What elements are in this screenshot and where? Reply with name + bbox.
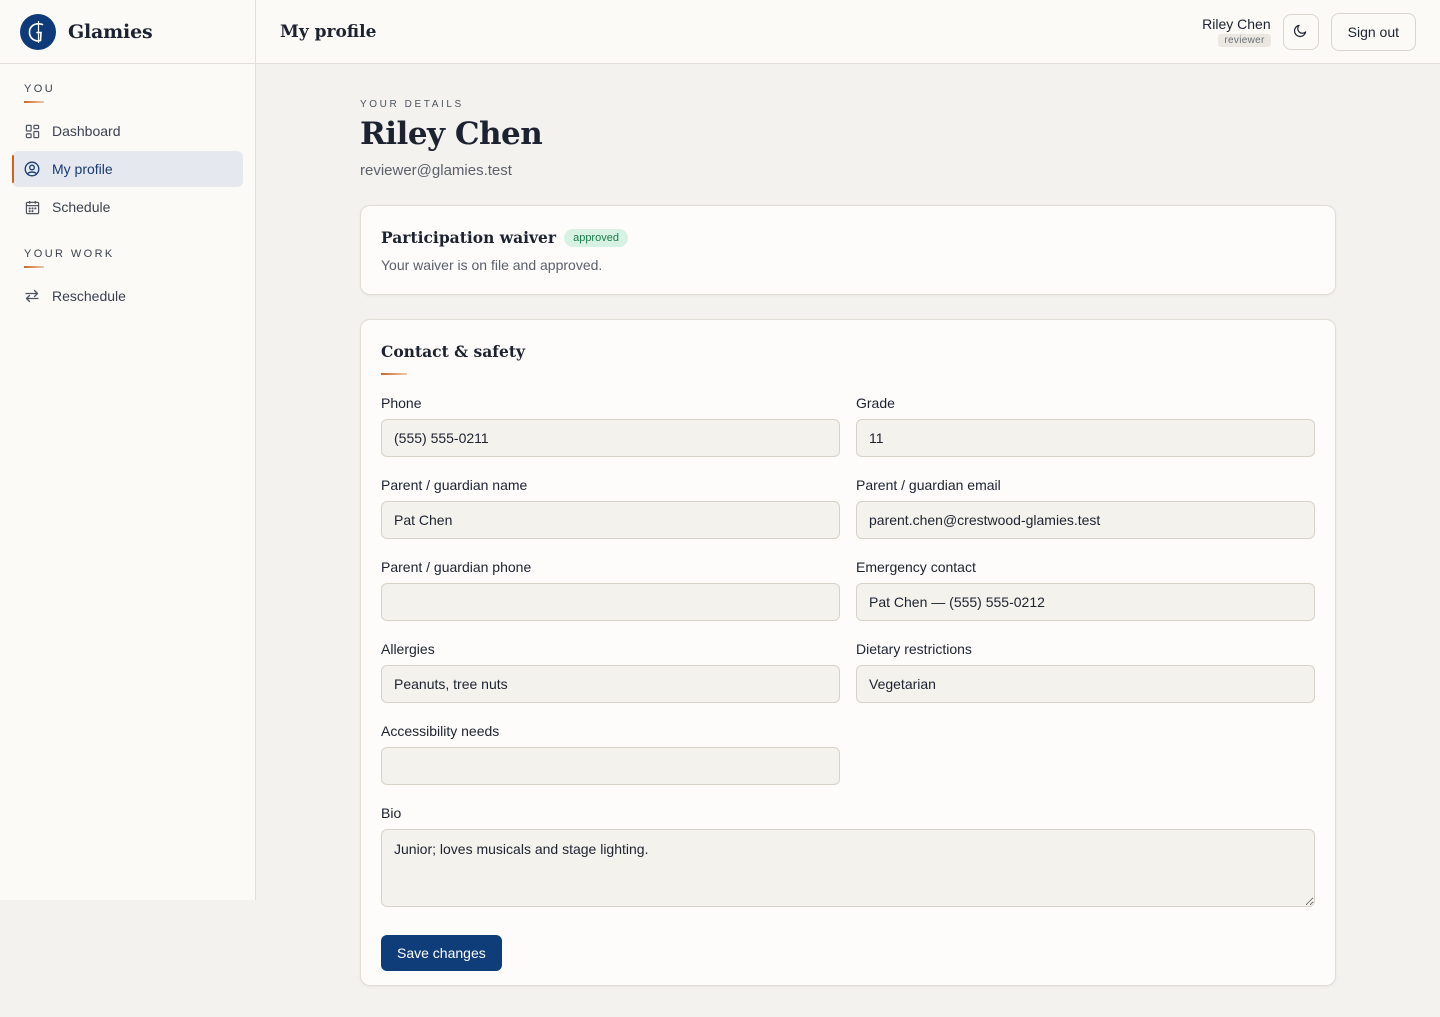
eyebrow: YOUR DETAILS [360,99,464,110]
brand[interactable]: Glamies [0,0,255,64]
brand-name: Glamies [68,20,153,43]
waiver-status-text: Your waiver is on file and approved. [381,257,603,273]
dietary-field-group: Dietary restrictions [856,641,1315,703]
sidebar: Glamies YOU Dashboard My profile Schedul… [0,0,256,900]
allergies-label: Allergies [381,641,435,657]
dietary-input[interactable] [856,665,1315,703]
page-title: My profile [280,21,377,42]
sidebar-item-label: Dashboard [52,123,121,139]
nav-heading-your-work: YOUR WORK [24,248,115,260]
guardian-email-input[interactable] [856,501,1315,539]
sidebar-item-schedule[interactable]: Schedule [12,189,243,225]
nav-heading-you: YOU [24,83,56,95]
sidebar-item-label: My profile [52,161,113,177]
sidebar-item-reschedule[interactable]: Reschedule [12,278,243,314]
user-name: Riley Chen [1202,16,1271,32]
accessibility-input[interactable] [381,747,840,785]
waiver-card: Participation waiver approved Your waive… [360,205,1336,295]
grid-icon [24,123,40,139]
nav-heading-rule [24,266,44,268]
allergies-field-group: Allergies [381,641,840,703]
guardian-name-label: Parent / guardian name [381,477,528,493]
nav-section-you: YOU Dashboard My profile Schedule [0,83,255,225]
guardian-email-field-group: Parent / guardian email [856,477,1315,539]
top-bar: My profile Riley Chen reviewer Sign out [256,0,1440,64]
section-rule [381,373,407,375]
guardian-phone-input[interactable] [381,583,840,621]
bio-textarea[interactable]: Junior; loves musicals and stage lightin… [381,829,1315,907]
sidebar-item-dashboard[interactable]: Dashboard [12,113,243,149]
contact-safety-card: Contact & safety Phone Grade Parent / gu… [360,319,1336,986]
phone-input[interactable] [381,419,840,457]
sidebar-item-label: Schedule [52,199,111,215]
dietary-label: Dietary restrictions [856,641,972,657]
empty-grid-cell [856,723,1315,785]
guardian-phone-label: Parent / guardian phone [381,559,532,575]
contact-title: Contact & safety [381,342,525,361]
accessibility-field-group: Accessibility needs [381,723,840,785]
phone-field-group: Phone [381,395,840,457]
emergency-contact-field-group: Emergency contact [856,559,1315,621]
logo-mark-icon [21,14,55,49]
save-changes-button[interactable]: Save changes [381,935,502,971]
profile-email: reviewer@glamies.test [360,162,512,179]
user-block: Riley Chen reviewer [1202,16,1271,47]
user-circle-icon [24,161,40,177]
guardian-email-label: Parent / guardian email [856,477,1001,493]
profile-name: Riley Chen [360,116,543,152]
role-badge: reviewer [1218,34,1271,47]
sidebar-item-label: Reschedule [52,288,126,304]
contact-form: Phone Grade Parent / guardian name Paren… [381,395,1315,971]
grade-label: Grade [856,395,895,411]
grade-input[interactable] [856,419,1315,457]
grade-field-group: Grade [856,395,1315,457]
calendar-icon [24,199,40,215]
guardian-phone-field-group: Parent / guardian phone [381,559,840,621]
emergency-contact-input[interactable] [856,583,1315,621]
waiver-title: Participation waiver [381,228,557,247]
allergies-input[interactable] [381,665,840,703]
bio-field-group: Bio Junior; loves musicals and stage lig… [381,805,1315,912]
emergency-contact-label: Emergency contact [856,559,976,575]
nav-section-your-work: YOUR WORK Reschedule [0,248,255,314]
guardian-name-input[interactable] [381,501,840,539]
bio-label: Bio [381,805,402,821]
sign-out-button[interactable]: Sign out [1330,12,1416,51]
sidebar-item-my-profile[interactable]: My profile [12,151,243,187]
status-badge: approved [564,228,628,247]
guardian-name-field-group: Parent / guardian name [381,477,840,539]
brand-logo [20,13,56,50]
moon-icon [1293,23,1308,41]
swap-arrows-icon [24,288,40,304]
nav-heading-rule [24,101,44,103]
accessibility-label: Accessibility needs [381,723,500,739]
main-content: YOUR DETAILS Riley Chen reviewer@glamies… [360,64,1336,986]
phone-label: Phone [381,395,422,411]
theme-toggle-button[interactable] [1282,13,1319,50]
